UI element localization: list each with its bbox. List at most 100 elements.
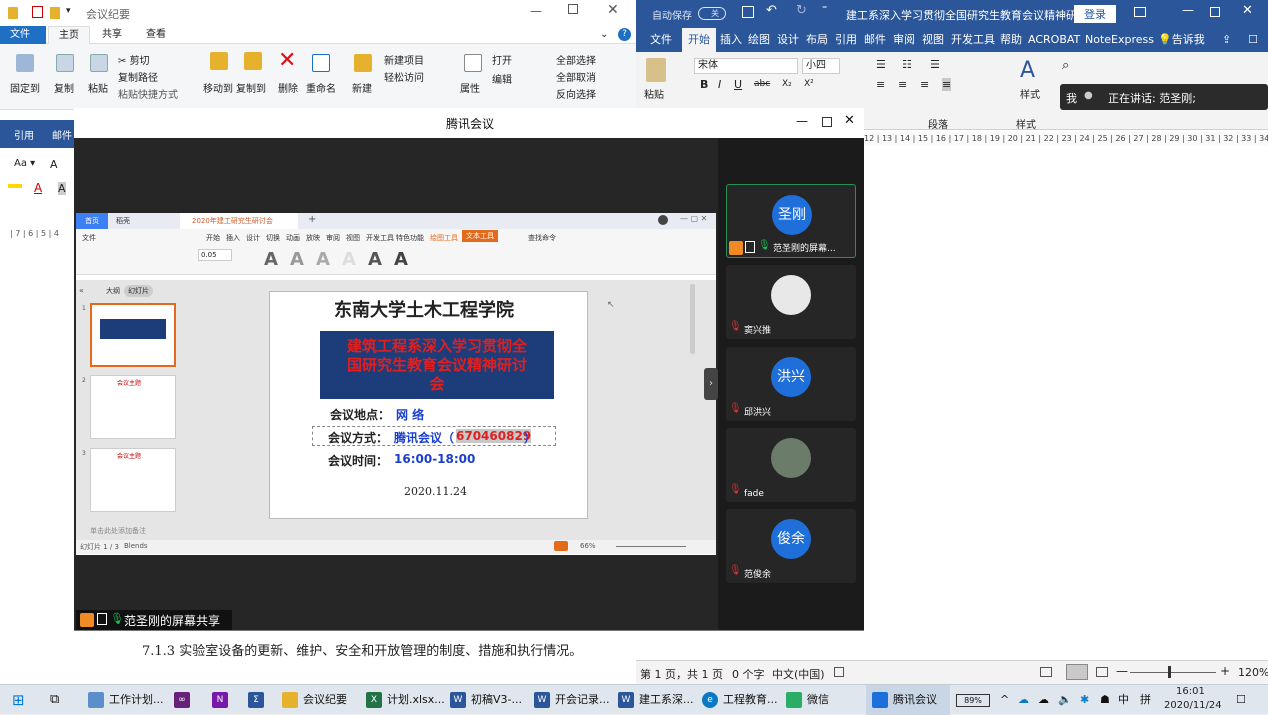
wps-tab-home[interactable]: 首页 (76, 213, 108, 229)
tab-word-view[interactable]: 视图 (922, 28, 944, 52)
ribbon-display-icon[interactable] (1134, 7, 1146, 17)
numbering-icon[interactable]: ☷ (902, 58, 912, 71)
styles-button[interactable]: 样式 (1020, 86, 1040, 101)
align-left-icon[interactable]: ≡ (876, 78, 885, 91)
wps-font-size-input[interactable]: 0.05 (198, 249, 232, 261)
wps-menu-item-animation[interactable]: 动画 (286, 233, 300, 243)
align-center-icon[interactable]: ≡ (898, 78, 907, 91)
copy-button[interactable]: 复制 (54, 80, 74, 95)
wps-menu-item-view[interactable]: 视图 (346, 233, 360, 243)
tab-word-noteexpress[interactable]: NoteExpress (1085, 28, 1154, 52)
tab-word-references[interactable]: 引用 (835, 28, 857, 52)
text-style-3[interactable]: A (316, 249, 330, 270)
word-minimize-icon[interactable]: — (1182, 3, 1194, 17)
page-count[interactable]: 第 1 页，共 1 页 (640, 666, 723, 682)
save-icon[interactable] (742, 6, 754, 18)
slide-thumbnail-3[interactable]: 会议主题 (90, 448, 176, 512)
subscript-icon[interactable]: X₂ (782, 79, 792, 89)
wps-menu-item-developer[interactable]: 开发工具 (366, 233, 394, 243)
wps-search-command[interactable]: 查找命令 (528, 233, 556, 243)
tab-word-acrobat[interactable]: ACROBAT (1028, 28, 1080, 52)
text-style-6[interactable]: A (394, 249, 408, 270)
notes-placeholder[interactable]: 单击此处添加备注 (90, 526, 146, 536)
paste-button[interactable]: 粘贴 (88, 80, 108, 95)
move-to-button[interactable]: 移动到 (203, 80, 233, 95)
select-all-button[interactable]: 全部选择 (556, 52, 596, 67)
taskbar-item-meeting-notes[interactable]: W 开会记录... (534, 685, 610, 715)
text-style-4[interactable]: A (342, 249, 356, 270)
close-icon[interactable]: ✕ (607, 2, 619, 18)
collapse-panel-icon[interactable]: « (79, 286, 84, 295)
wps-menu-item-slideshow[interactable]: 放映 (306, 233, 320, 243)
tell-me-box[interactable]: 💡告诉我 (1158, 28, 1205, 52)
properties-button[interactable]: 属性 (460, 80, 480, 95)
text-style-5[interactable]: A (368, 249, 382, 270)
tab-file[interactable]: 文件 (0, 26, 46, 44)
edit-button[interactable]: 编辑 (492, 71, 512, 86)
taskbar-item-wechat[interactable]: 微信 (786, 685, 829, 715)
tab-home[interactable]: 主页 (48, 26, 90, 44)
new-folder-icon[interactable] (50, 7, 60, 19)
open-button[interactable]: 打开 (492, 52, 512, 67)
meeting-maximize-icon[interactable] (822, 117, 832, 127)
wps-menu-item-text-tools[interactable]: 文本工具 (462, 230, 498, 242)
word-count[interactable]: 0 个字 (732, 666, 765, 682)
wps-window-controls[interactable]: — ▢ ✕ (680, 214, 707, 223)
slide-thumbnail-1[interactable] (90, 303, 176, 367)
wps-menu-item-insert[interactable]: 插入 (226, 233, 240, 243)
properties-icon[interactable] (32, 6, 43, 18)
notification-center-icon[interactable]: ☐ (1236, 685, 1246, 715)
wps-new-tab-icon[interactable]: + (308, 214, 316, 225)
redo-icon[interactable]: ↻ (796, 3, 807, 18)
ime-mode-icon[interactable]: 拼 (1140, 685, 1151, 715)
taskbar-item-meeting-minutes[interactable]: 会议纪要 (282, 685, 347, 715)
tab-view[interactable]: 查看 (136, 26, 176, 44)
tab-word-home[interactable]: 开始 (682, 28, 716, 52)
maximize-icon[interactable] (568, 4, 578, 14)
help-icon[interactable]: ? (618, 28, 631, 41)
play-slideshow-icon[interactable] (554, 541, 568, 551)
read-mode-icon[interactable] (1040, 667, 1052, 677)
easy-access-button[interactable]: 轻松访问 (384, 69, 424, 84)
char-shading-icon[interactable]: A (58, 182, 66, 195)
bold-icon[interactable]: B (700, 78, 708, 91)
bullets-icon[interactable]: ☰ (876, 58, 886, 71)
taskbar-item-tencent-meeting[interactable]: 腾讯会议 (866, 685, 950, 715)
cut-button[interactable]: ✂ 剪切 (118, 52, 150, 67)
undo-icon[interactable]: ↶ (766, 3, 777, 18)
taskbar-item-draft[interactable]: W 初稿V3-... (450, 685, 522, 715)
word-close-icon[interactable]: ✕ (1242, 3, 1253, 18)
tab-word-review[interactable]: 审阅 (893, 28, 915, 52)
onedrive-icon[interactable]: ☁ (1018, 685, 1029, 715)
zoom-in-icon[interactable]: + (1220, 664, 1230, 678)
wps-tab-docer[interactable]: 稻壳 (116, 216, 130, 226)
taskbar-item-sum-app[interactable]: Σ (248, 685, 269, 715)
word-zoom-level[interactable]: 120% (1238, 666, 1268, 679)
meeting-minimize-icon[interactable]: — (796, 114, 808, 128)
current-slide[interactable]: 东南大学土木工程学院 建筑工程系深入学习贯彻全国研究生教育会议精神研讨会 会议地… (269, 291, 588, 519)
strikethrough-icon[interactable]: abc (754, 79, 770, 89)
comment-icon[interactable]: ☐ (1248, 28, 1258, 52)
word-paste-button[interactable]: 粘贴 (644, 86, 664, 101)
wps-menu-item-draw-tools[interactable]: 绘图工具 (430, 233, 458, 243)
tab-share[interactable]: 共享 (92, 26, 132, 44)
share-icon[interactable]: ⇪ (1222, 28, 1231, 52)
slide-thumbnail-2[interactable]: 会议主题 (90, 375, 176, 439)
clock-time[interactable]: 16:01 (1176, 686, 1205, 697)
tab-word-file[interactable]: 文件 (650, 28, 672, 52)
wps-menu-item-file[interactable]: 文件 (82, 233, 96, 243)
taskbar-item-edge[interactable]: e 工程教育... (702, 685, 778, 715)
tab-word-help[interactable]: 帮助 (1000, 28, 1022, 52)
customize-qat-icon[interactable]: ⁼ (822, 4, 827, 15)
participant-tile-4[interactable]: 🎙 fade (726, 428, 856, 502)
wps-zoom-level[interactable]: 66% (580, 542, 596, 550)
participant-tile-3[interactable]: 洪兴 🎙 邱洪兴 (726, 347, 856, 421)
zoom-slider[interactable] (1130, 672, 1216, 673)
multilevel-list-icon[interactable]: ☰ (930, 58, 940, 71)
wps-avatar[interactable] (658, 215, 668, 225)
meeting-close-icon[interactable]: ✕ (844, 113, 855, 128)
ime-indicator[interactable]: 中 (1118, 685, 1129, 715)
panel-tab-slides[interactable]: 幻灯片 (124, 285, 153, 297)
panel-tab-outline[interactable]: 大纲 (106, 286, 120, 296)
zoom-slider-thumb[interactable] (1168, 666, 1171, 678)
